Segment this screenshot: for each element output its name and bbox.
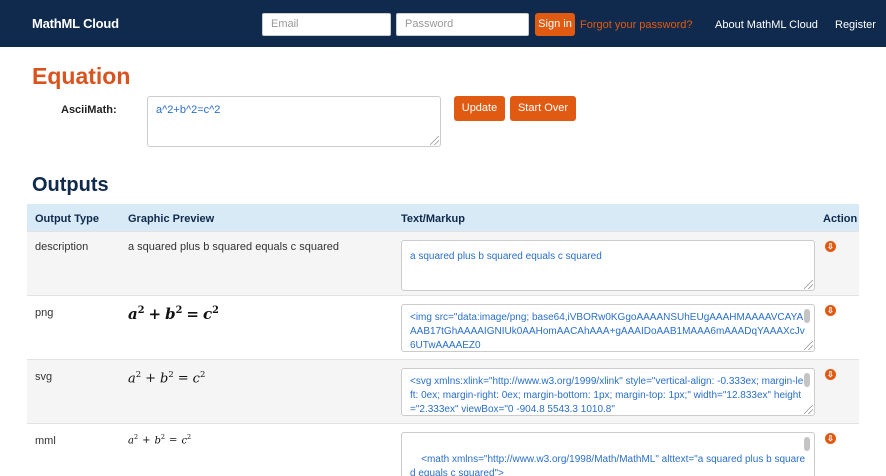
table-row: svg a2 + b2 = c2 <svg xmlns:xlink="http://ww… — [27, 359, 859, 423]
password-input[interactable]: Password — [396, 13, 529, 36]
outputs-table-header: Output Type Graphic Preview Text/Markup … — [27, 204, 859, 231]
scrollbar[interactable] — [804, 437, 810, 451]
forgot-password-link[interactable]: Forgot your password? — [580, 19, 693, 31]
download-circle-icon[interactable]: ⇩ — [825, 369, 836, 380]
resize-grip-icon[interactable] — [430, 136, 439, 145]
outputs-heading: Outputs — [32, 174, 109, 196]
email-input[interactable]: Email — [262, 13, 391, 36]
markup-textarea[interactable]: <math xmlns="http://www.w3.org/1998/Math… — [401, 432, 815, 476]
update-button[interactable]: Update — [454, 96, 505, 121]
sign-in-button[interactable]: Sign in — [535, 13, 575, 36]
output-type: mml — [35, 435, 56, 447]
navbar: MathML Cloud Email Password Sign in Forg… — [0, 0, 886, 47]
download-circle-icon[interactable]: ⇩ — [825, 241, 836, 252]
asciimath-label: AsciiMath: — [61, 104, 117, 116]
brand-logo[interactable]: MathML Cloud — [32, 16, 119, 31]
graphic-preview-mml: a2 + b2 = c2 — [128, 433, 192, 447]
column-header-graphic-preview: Graphic Preview — [128, 213, 215, 225]
resize-grip-icon[interactable] — [804, 341, 813, 350]
output-type: description — [35, 241, 89, 253]
equation-heading: Equation — [32, 63, 131, 89]
download-circle-icon[interactable]: ⇩ — [825, 433, 836, 444]
markup-textarea[interactable]: a squared plus b squared equals c square… — [401, 240, 815, 291]
markup-text: <math xmlns="http://www.w3.org/1998/Math… — [410, 454, 806, 476]
resize-grip-icon[interactable] — [804, 280, 813, 289]
column-header-action: Action — [823, 213, 858, 225]
markup-textarea[interactable]: <img src="data:image/png; base64,iVBORw0… — [401, 304, 815, 352]
table-row: description a squared plus b squared equ… — [27, 231, 859, 295]
output-type: png — [35, 307, 54, 319]
register-link[interactable]: Register — [835, 19, 876, 31]
asciimath-value: a^2+b^2=c^2 — [156, 104, 221, 116]
markup-text: <svg xmlns:xlink="http://www.w3.org/1999… — [410, 376, 804, 415]
scrollbar[interactable] — [804, 309, 810, 323]
graphic-preview-png: a2 + b2 = c2 — [128, 305, 219, 323]
table-row: mml a2 + b2 = c2 <math xmlns="http://www.w3.… — [27, 423, 859, 476]
markup-text: <img src="data:image/png; base64,iVBORw0… — [410, 312, 805, 351]
column-header-output-type: Output Type — [35, 213, 99, 225]
output-type: svg — [35, 371, 53, 383]
graphic-preview: a squared plus b squared equals c square… — [128, 241, 339, 253]
scrollbar[interactable] — [804, 373, 810, 387]
graphic-preview-svg: a2 + b2 = c2 — [128, 369, 206, 387]
resize-grip-icon[interactable] — [804, 405, 813, 414]
column-header-text-markup: Text/Markup — [401, 213, 465, 225]
asciimath-input[interactable]: a^2+b^2=c^2 — [147, 96, 441, 147]
markup-text: a squared plus b squared equals c square… — [410, 251, 602, 262]
table-row: png a2 + b2 = c2 <img src="data:image/png; b… — [27, 295, 859, 359]
markup-textarea[interactable]: <svg xmlns:xlink="http://www.w3.org/1999… — [401, 368, 815, 416]
start-over-button[interactable]: Start Over — [510, 96, 576, 121]
about-link[interactable]: About MathML Cloud — [715, 19, 818, 31]
download-circle-icon[interactable]: ⇩ — [825, 305, 836, 316]
